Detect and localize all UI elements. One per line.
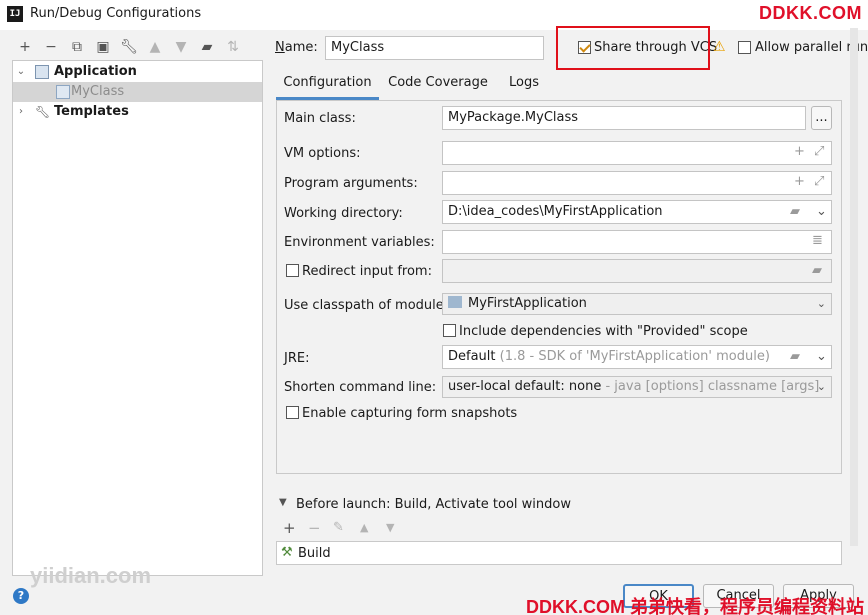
- application-icon: [35, 65, 49, 79]
- name-input[interactable]: MyClass: [325, 36, 544, 60]
- main-class-label: Main class:: [284, 111, 356, 126]
- jre-select[interactable]: Default (1.8 - SDK of 'MyFirstApplicatio…: [442, 345, 832, 369]
- classpath-label: Use classpath of module:: [284, 298, 449, 313]
- env-vars-label: Environment variables:: [284, 235, 435, 250]
- jre-value: Default: [448, 349, 496, 364]
- expand-icon[interactable]: ⤢: [814, 174, 824, 189]
- working-dir-input[interactable]: D:\idea_codes\MyFirstApplication: [442, 200, 832, 224]
- tab-configuration[interactable]: Configuration: [276, 70, 379, 100]
- chevron-down-icon[interactable]: ⌄: [816, 349, 827, 364]
- folder-icon[interactable]: ▰: [198, 38, 216, 56]
- class-config-icon: [56, 85, 70, 99]
- redirect-input-label: Redirect input from:: [302, 264, 432, 279]
- window-title: Run/Debug Configurations: [30, 6, 202, 21]
- sort-icon[interactable]: ⇅: [224, 38, 242, 56]
- config-tree: ⌄ Application MyClass › 🔧︎ Templates: [12, 60, 263, 576]
- tab-code-coverage[interactable]: Code Coverage: [386, 70, 490, 100]
- tab-logs[interactable]: Logs: [502, 70, 546, 100]
- shorten-cmd-select[interactable]: user-local default: none - java [options…: [442, 376, 832, 398]
- jre-label: JRE:: [284, 351, 310, 366]
- tree-item-myclass[interactable]: MyClass: [13, 82, 262, 102]
- plus-icon[interactable]: +: [794, 144, 805, 159]
- chevron-down-icon[interactable]: ⌄: [816, 204, 827, 219]
- shorten-value: user-local default: none: [448, 379, 602, 394]
- minus-icon[interactable]: −: [42, 38, 60, 56]
- watermark-left: yiidian.com: [30, 563, 152, 588]
- wrench-icon[interactable]: 🔧︎: [120, 38, 138, 56]
- tree-label-myclass: MyClass: [71, 84, 125, 99]
- before-launch-label: Before launch: Build, Activate tool wind…: [296, 497, 571, 512]
- save-icon[interactable]: ▣: [94, 38, 112, 56]
- program-args-input[interactable]: [442, 171, 832, 195]
- chevron-right-icon[interactable]: ›: [15, 102, 27, 122]
- tree-item-templates[interactable]: › 🔧︎ Templates: [13, 102, 262, 122]
- chevron-down-icon: ⌄: [816, 297, 826, 310]
- copy-icon[interactable]: ⧉: [68, 38, 86, 56]
- watermark-top: DDKK.COM: [759, 3, 862, 23]
- redirect-input-field[interactable]: [442, 259, 832, 283]
- name-label: Name:: [275, 40, 318, 55]
- move-down-icon[interactable]: ▼: [386, 521, 394, 534]
- move-down-icon[interactable]: ▼: [172, 38, 190, 56]
- include-deps-checkbox[interactable]: [443, 324, 456, 337]
- before-launch-list: ⚒ Build: [276, 541, 842, 565]
- folder-icon[interactable]: ▰: [790, 204, 800, 219]
- warning-icon: ⚠: [713, 39, 726, 55]
- shorten-hint: - java [options] classname [args]: [605, 379, 820, 394]
- snapshots-checkbox[interactable]: [286, 406, 299, 419]
- program-args-label: Program arguments:: [284, 176, 418, 191]
- module-icon: [448, 296, 462, 308]
- env-vars-input[interactable]: [442, 230, 832, 254]
- wrench-icon: 🔧︎: [35, 105, 51, 119]
- vm-options-input[interactable]: [442, 141, 832, 165]
- tree-item-application[interactable]: ⌄ Application: [13, 62, 262, 82]
- tree-label-templates: Templates: [54, 104, 129, 119]
- folder-icon[interactable]: ▰: [812, 263, 822, 278]
- list-icon[interactable]: ≣: [812, 233, 823, 248]
- plus-icon[interactable]: +: [16, 38, 34, 56]
- plus-icon[interactable]: +: [283, 519, 296, 537]
- snapshots-label: Enable capturing form snapshots: [302, 406, 518, 421]
- redirect-input-checkbox[interactable]: [286, 264, 299, 277]
- intellij-icon: IJ: [7, 6, 23, 22]
- vertical-scrollbar[interactable]: [850, 28, 858, 546]
- highlight-box: [556, 26, 710, 70]
- minus-icon[interactable]: −: [308, 519, 321, 537]
- chevron-down-icon[interactable]: ⌄: [15, 62, 27, 82]
- working-dir-label: Working directory:: [284, 206, 403, 221]
- jre-hint: (1.8 - SDK of 'MyFirstApplication' modul…: [499, 349, 770, 364]
- browse-button[interactable]: ...: [811, 106, 832, 130]
- build-item[interactable]: Build: [298, 546, 331, 561]
- classpath-select[interactable]: MyFirstApplication ⌄: [442, 293, 832, 315]
- collapse-arrow-icon[interactable]: ▼: [279, 497, 287, 508]
- include-deps-label: Include dependencies with "Provided" sco…: [459, 324, 748, 339]
- chevron-down-icon: ⌄: [816, 380, 826, 393]
- classpath-value: MyFirstApplication: [468, 296, 587, 311]
- help-icon[interactable]: ?: [13, 588, 29, 604]
- move-up-icon[interactable]: ▲: [360, 521, 368, 534]
- title-bar: IJ Run/Debug Configurations DDKK.COM: [0, 0, 868, 30]
- vm-options-label: VM options:: [284, 146, 361, 161]
- tree-label-application: Application: [54, 64, 137, 79]
- watermark-bottom: DDKK.COM 弟弟快看，程序员编程资料站: [526, 597, 864, 615]
- move-up-icon[interactable]: ▲: [146, 38, 164, 56]
- main-class-input[interactable]: MyPackage.MyClass: [442, 106, 806, 130]
- shorten-cmd-label: Shorten command line:: [284, 380, 437, 395]
- edit-icon[interactable]: ✎: [333, 520, 344, 535]
- folder-icon[interactable]: ▰: [790, 349, 800, 364]
- hammer-icon: ⚒: [281, 545, 293, 560]
- plus-icon[interactable]: +: [794, 174, 805, 189]
- expand-icon[interactable]: ⤢: [814, 144, 824, 159]
- allow-parallel-checkbox[interactable]: [738, 41, 751, 54]
